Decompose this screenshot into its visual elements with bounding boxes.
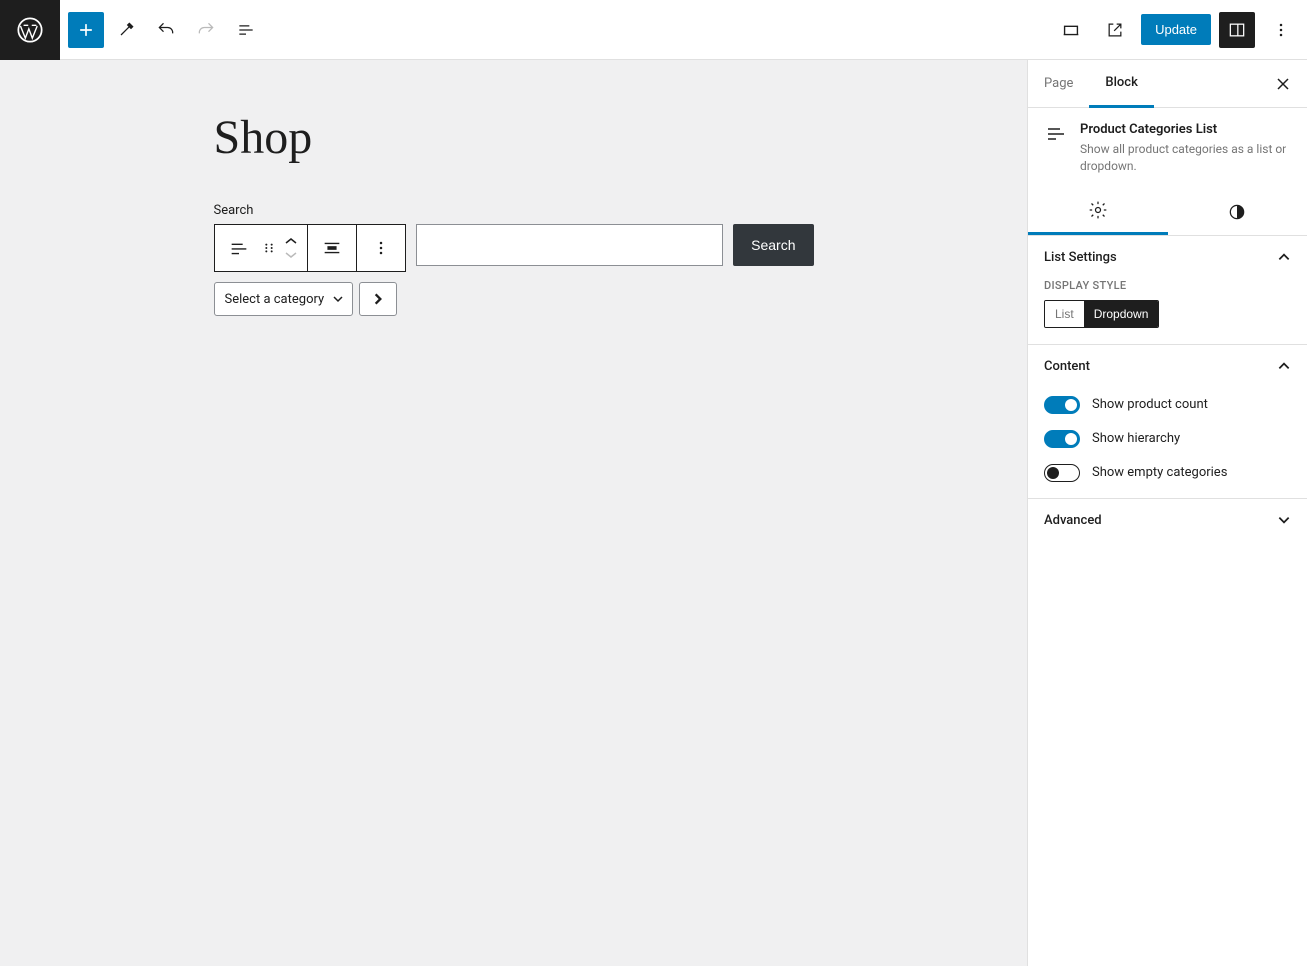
search-button[interactable]: Search [733, 224, 813, 266]
settings-toggle-button[interactable] [1219, 12, 1255, 48]
block-card-title: Product Categories List [1080, 122, 1291, 137]
product-categories-icon [1044, 122, 1068, 175]
options-button[interactable] [1263, 12, 1299, 48]
panel-list-settings-title: List Settings [1044, 250, 1117, 265]
tools-button[interactable] [108, 12, 144, 48]
toggle-show-product-count[interactable] [1044, 396, 1080, 414]
undo-button[interactable] [148, 12, 184, 48]
update-button[interactable]: Update [1141, 14, 1211, 45]
close-sidebar-button[interactable] [1269, 70, 1297, 98]
editor-top-bar: Update [0, 0, 1307, 60]
panel-content-title: Content [1044, 359, 1090, 374]
view-button[interactable] [1053, 12, 1089, 48]
toggle-show-empty-label: Show empty categories [1092, 465, 1227, 480]
tab-page[interactable]: Page [1028, 60, 1089, 107]
block-toolbar [214, 224, 406, 272]
category-dropdown-label: Select a category [225, 292, 325, 307]
panel-content-header[interactable]: Content [1028, 345, 1307, 388]
display-style-dropdown[interactable]: Dropdown [1084, 301, 1159, 327]
category-dropdown[interactable]: Select a category [214, 282, 354, 316]
editor-canvas[interactable]: Shop Search [0, 60, 1027, 966]
add-block-button[interactable] [68, 12, 104, 48]
drag-handle[interactable] [257, 230, 281, 266]
redo-button[interactable] [188, 12, 224, 48]
move-up-button[interactable] [281, 234, 301, 248]
settings-sidebar: Page Block Product Categories List Show … [1027, 60, 1307, 966]
block-card: Product Categories List Show all product… [1028, 108, 1307, 189]
chevron-up-icon [1277, 359, 1291, 373]
display-style-group: List Dropdown [1044, 300, 1159, 328]
go-button[interactable] [359, 282, 397, 316]
wordpress-logo[interactable] [0, 0, 60, 60]
block-options-button[interactable] [363, 230, 399, 266]
page-title[interactable]: Shop [214, 110, 814, 165]
search-input[interactable] [416, 224, 724, 266]
chevron-up-icon [1277, 250, 1291, 264]
search-label: Search [214, 203, 814, 218]
align-button[interactable] [314, 230, 350, 266]
toggle-show-hierarchy[interactable] [1044, 430, 1080, 448]
panel-tab-styles[interactable] [1168, 189, 1307, 235]
display-style-list[interactable]: List [1045, 301, 1084, 327]
block-type-button[interactable] [221, 230, 257, 266]
move-down-button[interactable] [281, 248, 301, 262]
toggle-show-product-count-label: Show product count [1092, 397, 1208, 412]
tab-block[interactable]: Block [1089, 60, 1153, 108]
panel-advanced-header[interactable]: Advanced [1028, 499, 1307, 542]
chevron-down-icon [1277, 513, 1291, 527]
display-style-label: Display Style [1044, 279, 1291, 292]
document-overview-button[interactable] [228, 12, 264, 48]
chevron-down-icon [332, 293, 344, 305]
gear-icon [1088, 200, 1108, 220]
block-card-description: Show all product categories as a list or… [1080, 141, 1291, 175]
panel-list-settings-header[interactable]: List Settings [1028, 236, 1307, 279]
styles-icon [1227, 202, 1247, 222]
toggle-show-hierarchy-label: Show hierarchy [1092, 431, 1180, 446]
panel-tab-settings[interactable] [1028, 189, 1168, 235]
preview-button[interactable] [1097, 12, 1133, 48]
panel-advanced-title: Advanced [1044, 513, 1102, 528]
toggle-show-empty[interactable] [1044, 464, 1080, 482]
